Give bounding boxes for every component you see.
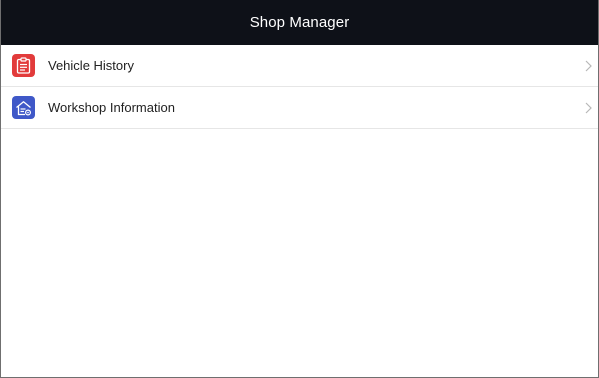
menu-item-workshop-information[interactable]: Workshop Information (1, 87, 598, 129)
menu-item-label: Workshop Information (48, 100, 175, 115)
workshop-house-icon (12, 96, 35, 119)
chevron-right-icon (584, 102, 592, 114)
clipboard-icon (12, 54, 35, 77)
chevron-right-icon (584, 60, 592, 72)
menu-item-vehicle-history[interactable]: Vehicle History (1, 45, 598, 87)
menu-item-label: Vehicle History (48, 58, 134, 73)
page-title: Shop Manager (249, 14, 350, 31)
menu-list: Vehicle History Workshop Information (1, 45, 598, 129)
app-window: Shop Manager Vehicle History Workshop In… (0, 0, 599, 378)
title-bar: Shop Manager (1, 0, 598, 45)
